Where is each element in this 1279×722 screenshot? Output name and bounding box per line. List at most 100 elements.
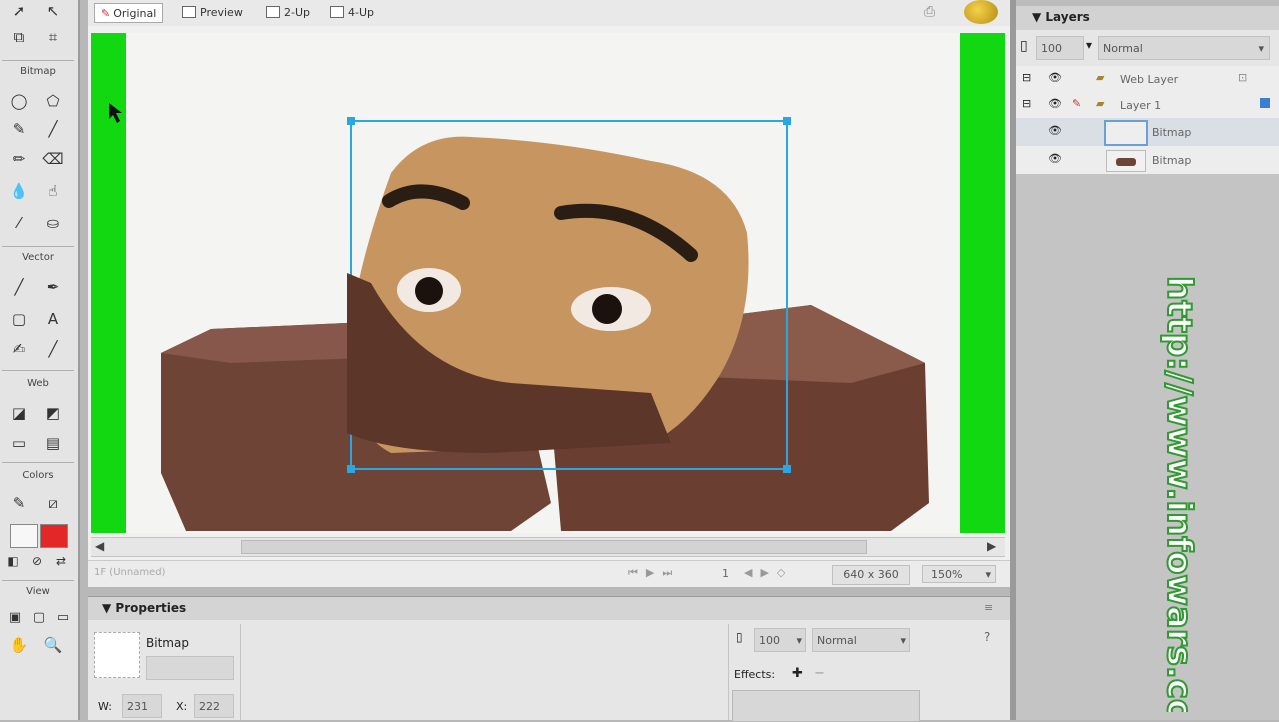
w-label: W:	[98, 700, 112, 713]
layers-title: ▼ Layers	[1032, 10, 1090, 24]
stroke-color-icon[interactable]: ✎	[8, 492, 30, 514]
eraser-tool-icon[interactable]: ⌫	[42, 148, 64, 170]
pen-tool-icon[interactable]: ✒	[42, 276, 64, 298]
lasso-tool-icon[interactable]: ◯	[8, 90, 30, 112]
opacity-field[interactable]: 100 ▾	[754, 628, 806, 652]
expand-icon[interactable]: ⊟	[1022, 71, 1031, 84]
remove-effect-icon[interactable]: −	[814, 666, 825, 681]
hide-slices-icon[interactable]: ▭	[8, 432, 30, 454]
scale-tool-icon[interactable]: ⧉	[8, 26, 30, 48]
hand-tool-icon[interactable]: ✋	[8, 634, 30, 656]
text-tool-icon[interactable]: A	[42, 308, 64, 330]
zoom-level[interactable]: 150% ▾	[922, 565, 996, 583]
divider	[728, 624, 729, 720]
show-slices-icon[interactable]: ▤	[42, 432, 64, 454]
brush-tool-icon[interactable]: ╱	[42, 118, 64, 140]
two-up-icon	[266, 6, 280, 18]
fireworks-logo-icon	[964, 0, 998, 24]
four-up-icon	[330, 6, 344, 18]
eye-icon[interactable]: 👁	[1048, 152, 1062, 165]
layer-row-selected[interactable]: 👁 Bitmap	[1016, 118, 1279, 147]
standard-screen-icon[interactable]: ▣	[4, 606, 26, 628]
folder-icon: ▰	[1096, 97, 1105, 110]
pencil-tool-icon[interactable]: ✏	[8, 148, 30, 170]
layers-panel-header[interactable]: ▼ Layers	[1016, 6, 1279, 31]
swap-colors-icon[interactable]: ⇄	[50, 550, 72, 572]
smudge-tool-icon[interactable]: ☝	[42, 180, 64, 202]
subselect-tool-icon[interactable]: ↖	[42, 0, 64, 22]
layer-row[interactable]: ⊟ 👁 ✎ ▰ Layer 1	[1016, 92, 1279, 119]
effects-list[interactable]	[732, 690, 920, 722]
frame-number: 1	[722, 567, 729, 580]
mouse-cursor	[109, 103, 122, 123]
full-screen-menu-icon[interactable]: ▢	[28, 606, 50, 628]
panel-options-icon[interactable]: ≡	[984, 601, 993, 614]
chevron-down-icon[interactable]: ▾	[1086, 38, 1092, 52]
chevron-down-icon: ▾	[796, 633, 802, 647]
layer-thumbnail	[1104, 120, 1148, 146]
tab-4-up[interactable]: 4-Up	[330, 3, 374, 21]
layers-controls: ▯ 100 ▾ Normal ▾	[1016, 30, 1279, 66]
rectangle-tool-icon[interactable]: ▢	[8, 308, 30, 330]
eyedropper-tool-icon[interactable]: ⁄	[8, 212, 30, 234]
eye-icon[interactable]: 👁	[1048, 97, 1062, 110]
canvas-image	[109, 103, 929, 531]
paint-bucket-tool-icon[interactable]: ⛀	[42, 212, 64, 234]
freeform-tool-icon[interactable]: ✍	[8, 338, 30, 360]
canvas-area[interactable]	[91, 33, 1005, 533]
eye-icon[interactable]: 👁	[1048, 124, 1062, 137]
frame-nav-controls[interactable]: ◀▶◇	[744, 566, 793, 579]
hotspot-tool-icon[interactable]: ◪	[8, 402, 30, 424]
full-screen-icon[interactable]: ▭	[52, 606, 74, 628]
expand-icon[interactable]: ⊟	[1022, 97, 1031, 110]
frame-controls[interactable]: ⏮▶⏭	[628, 566, 680, 580]
slice-tool-icon[interactable]: ◩	[42, 402, 64, 424]
properties-panel: Bitmap W: 231 X: 222 ▯ 100 ▾ Normal ▾ ? Ef…	[88, 620, 1010, 722]
tab-original[interactable]: ✎ Original	[94, 3, 164, 23]
add-effect-icon[interactable]: ✚	[792, 666, 803, 681]
magic-wand-tool-icon[interactable]: ✎	[8, 118, 30, 140]
no-color-icon[interactable]: ⊘	[26, 550, 48, 572]
help-icon[interactable]: ?	[984, 630, 990, 644]
layer-thumbnail	[1106, 150, 1146, 172]
layer-color-badge	[1260, 98, 1270, 108]
scroll-right-icon[interactable]: ▶	[987, 539, 996, 553]
fill-swatch[interactable]	[40, 524, 68, 548]
effects-label: Effects:	[734, 668, 776, 681]
document-status-bar: 1F (Unnamed) ⏮▶⏭ 1 ◀▶◇ 640 x 360 150% ▾	[88, 560, 1010, 587]
blend-mode-select[interactable]: Normal ▾	[812, 628, 910, 652]
knife-tool-icon[interactable]: ╱	[42, 338, 64, 360]
horizontal-scrollbar[interactable]: ◀ ▶	[91, 537, 1005, 557]
stroke-swatch[interactable]	[10, 524, 38, 548]
pencil-icon: ✎	[1072, 97, 1082, 110]
chevron-down-icon: ▾	[1258, 41, 1264, 55]
layer-opacity-icon: ▯	[1020, 38, 1028, 54]
object-name-field[interactable]	[146, 656, 234, 680]
x-field[interactable]: 222	[194, 694, 234, 718]
pointer-tool-icon[interactable]: ➚	[8, 0, 30, 22]
width-field[interactable]: 231	[122, 694, 162, 718]
polygon-lasso-tool-icon[interactable]: ⬠	[42, 90, 64, 112]
crop-tool-icon[interactable]: ⌗	[42, 26, 64, 48]
object-name: Bitmap	[1152, 126, 1192, 139]
scroll-left-icon[interactable]: ◀	[95, 539, 104, 553]
pencil-icon: ✎	[101, 6, 111, 20]
layer-opacity-field[interactable]: 100	[1036, 36, 1084, 60]
fill-color-icon[interactable]: ⧄	[42, 492, 64, 514]
default-colors-icon[interactable]: ◧	[2, 550, 24, 572]
properties-panel-header[interactable]: ▼ Properties ≡	[88, 596, 1010, 622]
scroll-thumb[interactable]	[241, 540, 867, 554]
layer-row[interactable]: ⊟ 👁 ▰ Web Layer ⊡	[1016, 66, 1279, 93]
blur-tool-icon[interactable]: 💧	[8, 180, 30, 202]
eye-icon[interactable]: 👁	[1048, 71, 1062, 84]
bitmap-thumbnail	[94, 632, 140, 678]
lock-icon[interactable]: ⊡	[1238, 71, 1247, 84]
line-tool-icon[interactable]: ╱	[8, 276, 30, 298]
tab-2-up[interactable]: 2-Up	[266, 3, 310, 21]
layer-row[interactable]: 👁 Bitmap	[1016, 146, 1279, 175]
tab-preview[interactable]: Preview	[182, 3, 243, 21]
layer-blend-mode-select[interactable]: Normal ▾	[1098, 36, 1270, 60]
chevron-down-icon: ▾	[985, 568, 991, 581]
print-icon[interactable]: ⎙	[924, 4, 935, 20]
zoom-tool-icon[interactable]: 🔍	[42, 634, 64, 656]
